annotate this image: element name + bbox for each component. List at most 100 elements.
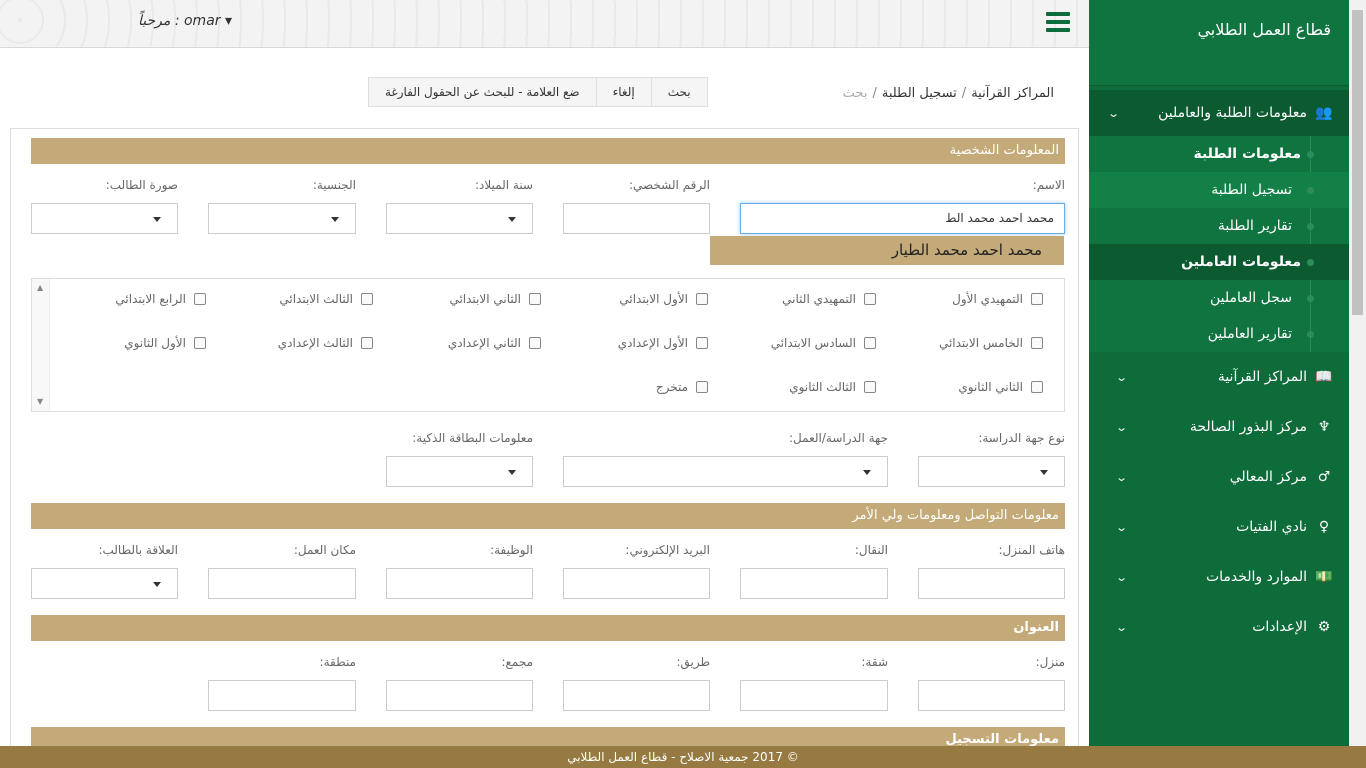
scroll-up-icon[interactable]: ▲ bbox=[37, 283, 43, 292]
checkbox[interactable] bbox=[529, 293, 541, 305]
grade-checkbox[interactable]: الثالث الابتدائي bbox=[279, 292, 373, 306]
grade-checkbox[interactable]: التمهيدي الأول bbox=[952, 292, 1043, 306]
road-input[interactable] bbox=[563, 680, 710, 711]
footer: © 2017 جمعية الاصلاح - قطاع العمل الطلاب… bbox=[0, 746, 1366, 768]
sidebar-item-5[interactable]: ⚙ الإعدادات ⌄ bbox=[1089, 602, 1349, 652]
nationality-select[interactable] bbox=[208, 203, 356, 234]
name-input-value: محمد احمد محمد الط bbox=[945, 211, 1054, 225]
civil-id-input[interactable] bbox=[563, 203, 710, 234]
checkbox[interactable] bbox=[696, 337, 708, 349]
job-label: الوظيفة: bbox=[490, 543, 533, 557]
sidebar-item-student-registration[interactable]: تسجيل الطلبة bbox=[1089, 172, 1349, 208]
users-icon: 👥 bbox=[1315, 105, 1333, 121]
breadcrumb-student-registration[interactable]: تسجيل الطلبة bbox=[882, 86, 957, 101]
job-input[interactable] bbox=[386, 568, 533, 599]
hamburger-menu-icon[interactable] bbox=[1046, 12, 1070, 34]
workplace-input[interactable] bbox=[208, 568, 356, 599]
relation-select[interactable] bbox=[31, 568, 178, 599]
breadcrumb-quran-centers[interactable]: المراكز القرآنية bbox=[971, 86, 1054, 101]
sidebar-item-staff-info[interactable]: معلومات العاملين bbox=[1089, 244, 1349, 280]
grade-checkbox[interactable]: الثالث الثانوي bbox=[789, 380, 876, 394]
grade-checkbox[interactable]: الثاني الابتدائي bbox=[449, 292, 541, 306]
checkbox[interactable] bbox=[194, 337, 206, 349]
checkbox[interactable] bbox=[1031, 381, 1043, 393]
user-menu[interactable]: مرحباً : omar ▾ bbox=[138, 13, 232, 29]
scroll-down-icon[interactable]: ▼ bbox=[37, 397, 43, 406]
toolbar: ضع العلامة - للبحث عن الحقول الفارغة إلغ… bbox=[368, 77, 708, 107]
smart-card-select[interactable] bbox=[386, 456, 533, 487]
sidebar-item-1[interactable]: ♆ مركز البذور الصالحة ⌄ bbox=[1089, 402, 1349, 452]
home-phone-input[interactable] bbox=[918, 568, 1065, 599]
autocomplete-suggestion[interactable]: محمد احمد محمد الطيار bbox=[710, 236, 1064, 265]
study-place-select[interactable] bbox=[563, 456, 888, 487]
sidebar-item-student-info[interactable]: معلومات الطلبة bbox=[1089, 136, 1349, 172]
grade-checkbox[interactable]: الثاني الثانوي bbox=[958, 380, 1043, 394]
grades-scrollbar[interactable]: ▲ ▼ bbox=[32, 279, 50, 411]
email-input[interactable] bbox=[563, 568, 710, 599]
sidebar-item-label: معلومات العاملين bbox=[1181, 254, 1301, 270]
checkbox[interactable] bbox=[1031, 293, 1043, 305]
sidebar-item-2[interactable]: ♂ مركز المعالي ⌄ bbox=[1089, 452, 1349, 502]
sidebar-item-staff-reports[interactable]: تقارير العاملين bbox=[1089, 316, 1349, 352]
grade-checkbox[interactable]: الأول الابتدائي bbox=[619, 292, 708, 306]
grade-checkbox[interactable]: الرابع الابتدائي bbox=[115, 292, 206, 306]
chevron-down-icon: ⌄ bbox=[1115, 570, 1129, 584]
flat-input[interactable] bbox=[740, 680, 888, 711]
personal-info-header: المعلومات الشخصية bbox=[31, 138, 1065, 164]
grade-label: متخرج bbox=[655, 380, 688, 394]
search-button[interactable]: بحث bbox=[650, 78, 707, 106]
student-photo-select[interactable] bbox=[31, 203, 178, 234]
checkbox[interactable] bbox=[864, 381, 876, 393]
study-place-label: جهة الدراسة/العمل: bbox=[789, 431, 888, 445]
checkbox[interactable] bbox=[696, 293, 708, 305]
grade-checkbox[interactable]: الثالث الإعدادي bbox=[278, 336, 373, 350]
grade-checkbox[interactable]: الأول الثانوي bbox=[124, 336, 206, 350]
mobile-input[interactable] bbox=[740, 568, 888, 599]
student-photo-label: صورة الطالب: bbox=[105, 178, 178, 192]
house-input[interactable] bbox=[918, 680, 1065, 711]
checkbox[interactable] bbox=[194, 293, 206, 305]
checkbox[interactable] bbox=[361, 337, 373, 349]
scrollbar-thumb[interactable] bbox=[1352, 10, 1363, 315]
top-bar: مرحباً : omar ▾ bbox=[0, 0, 1089, 48]
checkbox[interactable] bbox=[361, 293, 373, 305]
grade-label: الثاني الابتدائي bbox=[449, 292, 521, 306]
workplace-label: مكان العمل: bbox=[293, 543, 356, 557]
checkbox[interactable] bbox=[1031, 337, 1043, 349]
grade-checkbox[interactable]: التمهيدي الثاني bbox=[782, 292, 876, 306]
house-label: منزل: bbox=[1035, 655, 1065, 669]
checkbox[interactable] bbox=[529, 337, 541, 349]
chevron-down-icon: ⌄ bbox=[1107, 106, 1121, 120]
page-scrollbar[interactable] bbox=[1349, 0, 1366, 746]
sidebar-item-0[interactable]: 📖 المراكز القرآنية ⌄ bbox=[1089, 352, 1349, 402]
sidebar-item-4[interactable]: 💵 الموارد والخدمات ⌄ bbox=[1089, 552, 1349, 602]
nationality-label: الجنسية: bbox=[312, 178, 356, 192]
grade-checkbox[interactable]: السادس الابتدائي bbox=[771, 336, 876, 350]
cancel-button[interactable]: إلغاء bbox=[595, 78, 651, 106]
email-label: البريد الإلكتروني: bbox=[625, 543, 710, 557]
chevron-down-icon: ⌄ bbox=[1115, 470, 1129, 484]
checkbox[interactable] bbox=[864, 337, 876, 349]
block-input[interactable] bbox=[386, 680, 533, 711]
empty-fields-hint-button[interactable]: ضع العلامة - للبحث عن الحقول الفارغة bbox=[369, 78, 596, 106]
sidebar-item-label: الموارد والخدمات bbox=[1205, 569, 1307, 585]
area-input[interactable] bbox=[208, 680, 356, 711]
checkbox[interactable] bbox=[864, 293, 876, 305]
name-input[interactable]: محمد احمد محمد الط bbox=[740, 203, 1065, 234]
grade-checkbox[interactable]: الخامس الابتدائي bbox=[939, 336, 1043, 350]
child-icon: ♆ bbox=[1317, 419, 1331, 435]
sidebar-item-student-reports[interactable]: تقارير الطلبة bbox=[1089, 208, 1349, 244]
grade-label: التمهيدي الثاني bbox=[782, 292, 856, 306]
grade-checkbox[interactable]: الأول الإعدادي bbox=[618, 336, 708, 350]
study-type-select[interactable] bbox=[918, 456, 1065, 487]
grade-checkbox[interactable]: الثاني الإعدادي bbox=[448, 336, 541, 350]
sidebar-section-students-staff[interactable]: 👥 معلومات الطلبة والعاملين ⌄ bbox=[1089, 90, 1349, 136]
sidebar-item-label: نادي الفتيات bbox=[1236, 519, 1307, 535]
checkbox[interactable] bbox=[696, 381, 708, 393]
chevron-down-icon: ⌄ bbox=[1115, 520, 1129, 534]
sidebar-item-staff-log[interactable]: سجل العاملين bbox=[1089, 280, 1349, 316]
grade-checkbox[interactable]: متخرج bbox=[656, 380, 708, 394]
sidebar-item-3[interactable]: ♀ نادي الفتيات ⌄ bbox=[1089, 502, 1349, 552]
birth-year-select[interactable] bbox=[386, 203, 533, 234]
civil-id-label: الرقم الشخصي: bbox=[628, 178, 710, 192]
